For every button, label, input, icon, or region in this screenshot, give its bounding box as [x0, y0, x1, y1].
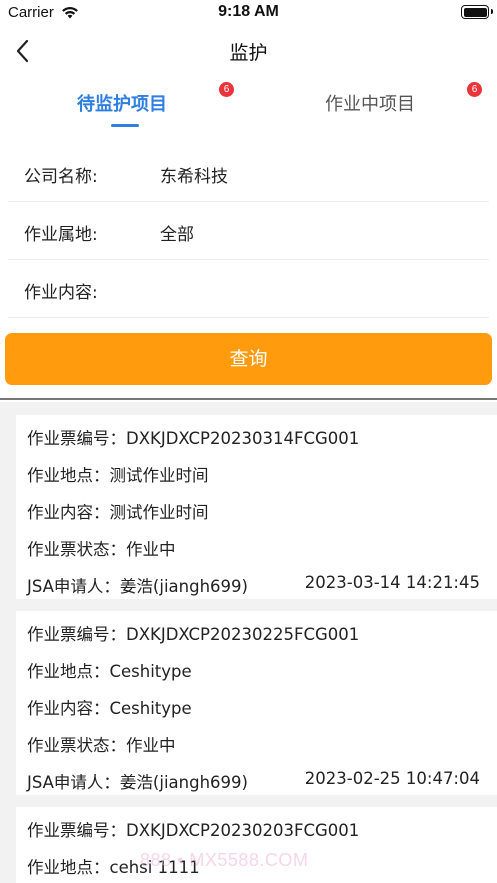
tab-working-projects[interactable]: 作业中项目 [325, 90, 415, 116]
list-item[interactable]: 作业票编号：DXKJDXCP20230225FCG001 作业地点：Ceshit… [16, 611, 497, 795]
working-count-badge: 6 [467, 82, 482, 97]
list-item[interactable]: 作业票编号：DXKJDXCP20230203FCG001 作业地点：cehsi … [16, 807, 497, 883]
work-place: 作业地点：测试作业时间 [27, 466, 209, 485]
ticket-number: 作业票编号：DXKJDXCP20230314FCG001 [27, 429, 360, 448]
company-label: 公司名称: [24, 167, 98, 187]
filter-form: 公司名称: 东希科技 作业属地: 全部 作业内容: 查询 [0, 132, 497, 402]
location-value[interactable]: 全部 [160, 220, 194, 245]
ticket-number: 作业票编号：DXKJDXCP20230225FCG001 [27, 625, 360, 644]
battery-icon [461, 5, 493, 19]
pending-count-badge: 6 [219, 82, 234, 97]
location-label: 作业属地: [24, 225, 98, 245]
watermark: 888 • MX5588.COM [140, 850, 309, 870]
clock: 9:18 AM [218, 3, 279, 20]
company-value[interactable]: 东希科技 [160, 162, 228, 187]
tab-bar: 待监护项目 6 作业中项目 6 [0, 76, 497, 132]
active-tab-indicator [111, 124, 139, 127]
list-item[interactable]: 作业票编号：DXKJDXCP20230314FCG001 作业地点：测试作业时间… [16, 415, 497, 599]
content-filter-row[interactable]: 作业内容: [8, 260, 489, 318]
tab-pending-projects[interactable]: 待监护项目 [77, 90, 167, 116]
jsa-applicant: JSA申请人：姜浩(jiangh699) [27, 773, 248, 792]
nav-bar: 监护 [0, 26, 497, 76]
divider [0, 398, 497, 400]
work-content: 作业内容：测试作业时间 [27, 503, 209, 522]
content-label: 作业内容: [24, 283, 98, 303]
ticket-status: 作业票状态：作业中 [27, 736, 176, 755]
work-content: 作业内容：Ceshitype [27, 699, 192, 718]
jsa-applicant: JSA申请人：姜浩(jiangh699) [27, 577, 248, 596]
status-bar: Carrier 9:18 AM [0, 0, 497, 26]
ticket-status: 作业票状态：作业中 [27, 540, 176, 559]
timestamp: 2023-02-25 10:47:04 [304, 769, 480, 788]
page-title: 监护 [229, 42, 268, 64]
query-button[interactable]: 查询 [5, 333, 492, 385]
company-filter-row[interactable]: 公司名称: 东希科技 [8, 144, 489, 202]
ticket-number: 作业票编号：DXKJDXCP20230203FCG001 [27, 821, 360, 840]
timestamp: 2023-03-14 14:21:45 [304, 573, 480, 592]
location-filter-row[interactable]: 作业属地: 全部 [8, 202, 489, 260]
work-place: 作业地点：Ceshitype [27, 662, 192, 681]
